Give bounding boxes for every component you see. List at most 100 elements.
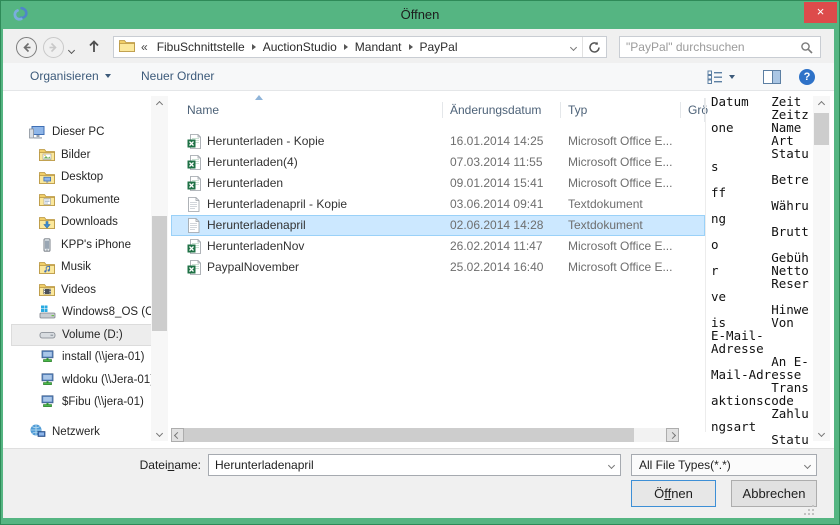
- scrollbar-thumb[interactable]: [814, 113, 829, 145]
- sidebar-item-desktop[interactable]: Desktop: [11, 166, 152, 189]
- organize-label: Organisieren: [30, 69, 99, 83]
- filetype-combobox[interactable]: All File Types(*.*): [631, 454, 817, 476]
- scroll-down-button[interactable]: [813, 425, 830, 441]
- sidebar-item-videos[interactable]: Videos: [11, 279, 152, 302]
- column-header-name[interactable]: Name: [187, 103, 219, 117]
- file-type: Microsoft Office E...: [568, 260, 672, 274]
- sidebar-item-label: Desktop: [61, 171, 103, 183]
- network-drive-icon: [39, 395, 56, 409]
- dialog-footer: Dateiname: All File Types(*.*) Öffnen Ab…: [3, 448, 834, 518]
- file-date: 07.03.2014 11:55: [450, 155, 543, 169]
- network-icon: [29, 424, 46, 439]
- sidebar-item-dieser-pc[interactable]: Dieser PC: [11, 121, 152, 144]
- breadcrumb-segment[interactable]: PayPal: [413, 37, 465, 57]
- table-row[interactable]: Herunterladen - Kopie 16.01.2014 14:25 M…: [171, 131, 705, 152]
- column-header-date[interactable]: Änderungsdatum: [450, 103, 541, 117]
- text-file-icon: [187, 197, 200, 215]
- sidebar-item-bilder[interactable]: Bilder: [11, 144, 152, 167]
- sidebar-item-label: install (\\jera-01): [62, 351, 144, 363]
- help-icon: ?: [799, 69, 815, 85]
- file-list-horizontal-scrollbar[interactable]: [171, 428, 679, 442]
- filename-dropdown-chevron[interactable]: [602, 455, 620, 475]
- search-icon[interactable]: [800, 41, 814, 58]
- address-dropdown-chevron[interactable]: [564, 45, 582, 50]
- address-folder-icon: [119, 39, 135, 55]
- scroll-right-button[interactable]: [666, 428, 679, 442]
- resize-grip-icon[interactable]: [803, 504, 815, 516]
- documents-folder-icon: [39, 193, 55, 206]
- sidebar-item-install-share[interactable]: install (\\jera-01): [11, 346, 152, 369]
- table-row[interactable]: Herunterladenapril - Kopie 03.06.2014 09…: [171, 194, 705, 215]
- refresh-button[interactable]: [582, 37, 606, 57]
- scroll-up-button[interactable]: [813, 96, 830, 112]
- sidebar-item-netzwerk[interactable]: Netzwerk: [11, 421, 152, 444]
- recent-locations-chevron[interactable]: [69, 42, 74, 56]
- column-divider[interactable]: [442, 102, 443, 118]
- file-type: Microsoft Office E...: [568, 134, 672, 148]
- filename-label-post: ame:: [174, 458, 201, 472]
- scroll-left-button[interactable]: [171, 428, 184, 442]
- sidebar-scrollbar[interactable]: [151, 96, 168, 441]
- help-button[interactable]: ?: [799, 69, 815, 85]
- column-divider[interactable]: [560, 102, 561, 118]
- up-button[interactable]: [87, 37, 101, 58]
- column-header-type[interactable]: Typ: [568, 103, 587, 117]
- close-button[interactable]: ×: [804, 2, 837, 23]
- excel-file-icon: [187, 239, 201, 257]
- cancel-button[interactable]: Abbrechen: [731, 480, 817, 507]
- search-input[interactable]: [626, 38, 794, 56]
- sidebar-item-kpps-iphone[interactable]: KPP's iPhone: [11, 234, 152, 257]
- sidebar-item-dokumente[interactable]: Dokumente: [11, 189, 152, 212]
- sidebar-item-wldoku-share[interactable]: wldoku (\\Jera-01): [11, 369, 152, 392]
- scrollbar-thumb[interactable]: [184, 428, 634, 442]
- file-type: Microsoft Office E...: [568, 155, 672, 169]
- column-divider[interactable]: [680, 102, 681, 118]
- breadcrumb: « FibuSchnittstelle AuctionStudio Mandan…: [113, 36, 607, 58]
- file-list: Herunterladen - Kopie 16.01.2014 14:25 M…: [171, 131, 705, 278]
- open-dialog-window: Öffnen × «: [0, 0, 840, 525]
- scrollbar-thumb[interactable]: [152, 216, 167, 331]
- text-file-icon: [187, 218, 200, 236]
- filename-label: Dateiname:: [63, 458, 201, 472]
- breadcrumb-segment[interactable]: AuctionStudio: [256, 37, 344, 57]
- chevron-down-icon: [105, 74, 111, 78]
- scroll-down-button[interactable]: [151, 425, 168, 441]
- table-row-selected[interactable]: Herunterladenapril 02.06.2014 14:28 Text…: [171, 215, 705, 236]
- forward-button[interactable]: [43, 37, 64, 58]
- table-row[interactable]: Herunterladen 09.01.2014 15:41 Microsoft…: [171, 173, 705, 194]
- breadcrumb-overflow[interactable]: «: [135, 37, 150, 57]
- sidebar-item-volume-d[interactable]: Volume (D:): [11, 324, 152, 347]
- table-row[interactable]: Herunterladen(4) 07.03.2014 11:55 Micros…: [171, 152, 705, 173]
- view-mode-button[interactable]: [707, 70, 735, 84]
- preview-pane-button[interactable]: [763, 70, 781, 84]
- excel-file-icon: [187, 134, 201, 152]
- breadcrumb-segment[interactable]: Mandant: [348, 37, 409, 57]
- file-name: Herunterladenapril: [207, 218, 306, 232]
- sidebar-item-fibu-share[interactable]: $Fibu (\\jera-01): [11, 391, 152, 414]
- sidebar-item-downloads[interactable]: Downloads: [11, 211, 152, 234]
- scroll-up-button[interactable]: [151, 96, 168, 112]
- sidebar-item-musik[interactable]: Musik: [11, 256, 152, 279]
- sidebar-item-windows8-os[interactable]: Windows8_OS (C:): [11, 301, 152, 324]
- table-row[interactable]: HerunterladenNov 26.02.2014 11:47 Micros…: [171, 236, 705, 257]
- excel-file-icon: [187, 155, 201, 173]
- organize-menu-button[interactable]: Organisieren: [30, 69, 111, 83]
- back-button[interactable]: [16, 37, 37, 58]
- titlebar: Öffnen ×: [1, 1, 839, 29]
- excel-file-icon: [187, 176, 201, 194]
- filename-input[interactable]: [215, 456, 585, 474]
- windows-drive-icon: [39, 305, 56, 319]
- desktop-folder-icon: [39, 171, 55, 184]
- file-type: Textdokument: [568, 218, 643, 232]
- sort-ascending-icon[interactable]: [255, 95, 263, 100]
- open-button[interactable]: Öffnen: [631, 480, 716, 507]
- file-date: 16.01.2014 14:25: [450, 134, 543, 148]
- details-view-icon: [707, 70, 723, 84]
- computer-icon: [29, 125, 46, 140]
- network-drive-icon: [39, 350, 56, 364]
- new-folder-button[interactable]: Neuer Ordner: [141, 69, 214, 83]
- table-row[interactable]: PaypalNovember 25.02.2014 16:40 Microsof…: [171, 257, 705, 278]
- file-name: PaypalNovember: [207, 260, 299, 274]
- preview-scrollbar[interactable]: [813, 96, 830, 441]
- breadcrumb-segment[interactable]: FibuSchnittstelle: [150, 37, 252, 57]
